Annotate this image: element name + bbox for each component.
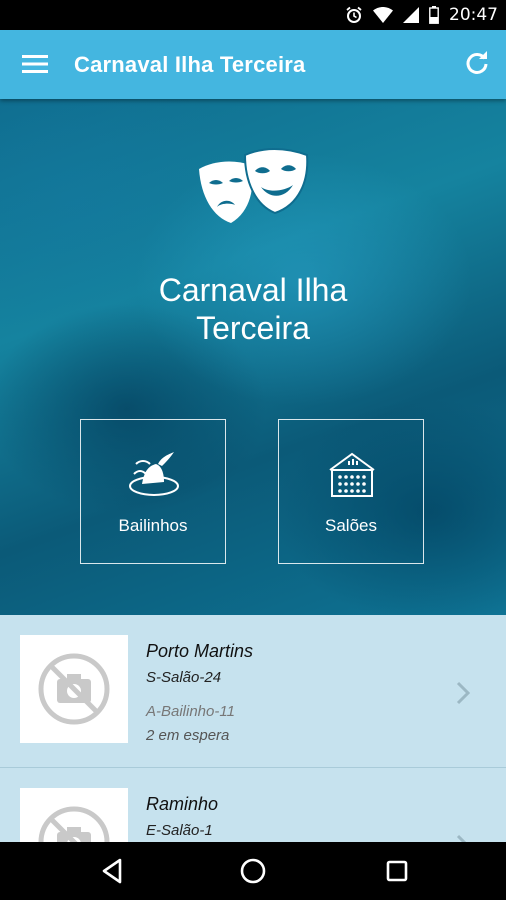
- list-item[interactable]: Porto Martins S-Salão-24 A-Bailinho-11 2…: [0, 615, 506, 768]
- status-icons: 20:47: [345, 0, 498, 30]
- app-bar: Carnaval Ilha Terceira: [0, 30, 506, 99]
- refresh-icon[interactable]: [464, 51, 490, 77]
- dancer-hat-icon: [129, 452, 179, 496]
- hero-title: Carnaval Ilha Terceira: [0, 271, 506, 347]
- item-title: Porto Martins: [146, 641, 254, 661]
- thumbnail: [20, 788, 128, 842]
- item-meta: A-Bailinho-11: [146, 703, 235, 720]
- signal-icon: [403, 7, 419, 23]
- hero-title-line2: Terceira: [196, 310, 310, 346]
- theater-masks-icon: [199, 148, 309, 223]
- no-photo-icon: [38, 806, 110, 842]
- status-time: 20:47: [449, 5, 498, 25]
- back-icon[interactable]: [98, 856, 128, 886]
- no-photo-icon: [38, 653, 110, 725]
- item-subtitle: S-Salão-24: [146, 669, 222, 686]
- wifi-icon: [373, 7, 393, 23]
- bailinhos-button[interactable]: Bailinhos: [80, 419, 226, 564]
- item-status: 2 em espera: [146, 727, 230, 744]
- item-title: Raminho: [146, 794, 219, 814]
- event-list: Porto Martins S-Salão-24 A-Bailinho-11 2…: [0, 615, 506, 842]
- audience-hall-icon: [329, 452, 375, 497]
- recents-icon[interactable]: [382, 856, 412, 886]
- item-subtitle: E-Salão-1: [146, 822, 213, 839]
- bailinhos-label: Bailinhos: [118, 516, 188, 535]
- app-title: Carnaval Ilha Terceira: [74, 52, 306, 77]
- hamburger-menu-icon[interactable]: [22, 54, 48, 74]
- alarm-icon: [346, 6, 362, 23]
- saloes-label: Salões: [325, 516, 377, 535]
- list-item[interactable]: Raminho E-Salão-1: [0, 768, 506, 842]
- chevron-right-icon: [456, 681, 470, 705]
- home-icon[interactable]: [238, 856, 268, 886]
- saloes-button[interactable]: Salões: [278, 419, 424, 564]
- hero-banner: Carnaval Ilha Terceira Bailinhos Salões: [0, 99, 506, 615]
- hero-title-line1: Carnaval Ilha: [158, 272, 348, 308]
- status-bar: 20:47: [0, 0, 506, 30]
- battery-icon: [429, 6, 439, 24]
- chevron-right-icon: [456, 834, 467, 842]
- system-nav-bar: [0, 842, 506, 900]
- thumbnail: [20, 635, 128, 743]
